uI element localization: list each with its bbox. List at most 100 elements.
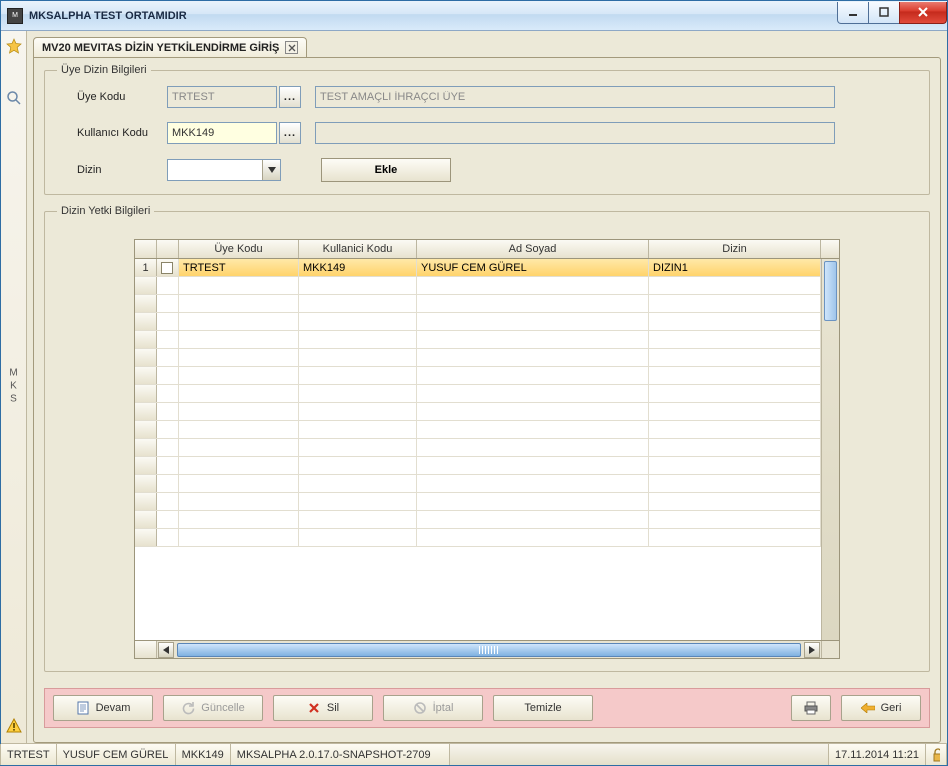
minimize-button[interactable] [837, 2, 869, 24]
iptal-label: İptal [433, 702, 454, 714]
geri-button[interactable]: Geri [841, 695, 921, 721]
cell-adsoyad [417, 475, 649, 492]
sil-button[interactable]: Sil [273, 695, 373, 721]
cell-adsoyad: YUSUF CEM GÜREL [417, 259, 649, 276]
table-row[interactable] [135, 493, 821, 511]
row-checkbox-cell[interactable] [157, 421, 179, 438]
row-number [135, 349, 157, 366]
guncelle-button[interactable]: Güncelle [163, 695, 263, 721]
table-row[interactable] [135, 277, 821, 295]
row-checkbox-cell[interactable] [157, 277, 179, 294]
close-button[interactable] [899, 2, 947, 24]
grid-vscrollbar[interactable] [821, 259, 839, 640]
table-row[interactable] [135, 421, 821, 439]
devam-button[interactable]: Devam [53, 695, 153, 721]
table-row[interactable] [135, 331, 821, 349]
table-row[interactable] [135, 385, 821, 403]
cell-dizin [649, 493, 821, 510]
row-number [135, 511, 157, 528]
grid-vscroll-thumb[interactable] [824, 261, 837, 321]
row-number [135, 421, 157, 438]
grid-hscrollbar[interactable] [157, 641, 821, 658]
row-checkbox-cell[interactable] [157, 313, 179, 330]
table-row[interactable] [135, 439, 821, 457]
grid-header-uye[interactable]: Üye Kodu [179, 240, 299, 258]
row-checkbox-cell[interactable] [157, 331, 179, 348]
checkbox-icon[interactable] [161, 262, 173, 274]
uye-kodu-input[interactable] [167, 86, 277, 108]
kullanici-kodu-input[interactable] [167, 122, 277, 144]
row-checkbox-cell[interactable] [157, 403, 179, 420]
tab-close-icon[interactable] [285, 41, 298, 54]
grid-hscroll-left[interactable] [158, 642, 174, 658]
maximize-button[interactable] [868, 2, 900, 24]
temizle-button[interactable]: Temizle [493, 695, 593, 721]
table-row[interactable] [135, 349, 821, 367]
row-checkbox-cell[interactable] [157, 475, 179, 492]
table-row[interactable] [135, 403, 821, 421]
cell-uye [179, 457, 299, 474]
cell-uye [179, 403, 299, 420]
status-cell-2: YUSUF CEM GÜREL [56, 744, 176, 765]
table-row[interactable] [135, 367, 821, 385]
row-checkbox-cell[interactable] [157, 295, 179, 312]
cell-kullanici [299, 277, 417, 294]
warning-icon[interactable] [5, 717, 23, 735]
table-row[interactable] [135, 313, 821, 331]
row-number [135, 385, 157, 402]
row-checkbox-cell[interactable] [157, 493, 179, 510]
row-checkbox-cell[interactable] [157, 367, 179, 384]
cell-adsoyad [417, 295, 649, 312]
iptal-button[interactable]: İptal [383, 695, 483, 721]
print-button[interactable] [791, 695, 831, 721]
uye-kodu-lookup-button[interactable]: ... [279, 86, 301, 108]
row-checkbox-cell[interactable] [157, 259, 179, 276]
kullanici-kodu-lookup-button[interactable]: ... [279, 122, 301, 144]
table-row[interactable] [135, 295, 821, 313]
cell-uye [179, 475, 299, 492]
cell-kullanici [299, 493, 417, 510]
cell-uye [179, 295, 299, 312]
table-row[interactable] [135, 529, 821, 547]
auth-info-fieldset: Dizin Yetki Bilgileri Üye Kodu Kullanici… [44, 205, 930, 672]
cell-uye [179, 529, 299, 546]
cell-dizin [649, 385, 821, 402]
row-checkbox-cell[interactable] [157, 511, 179, 528]
table-row[interactable] [135, 457, 821, 475]
table-row[interactable] [135, 511, 821, 529]
row-number [135, 493, 157, 510]
table-row[interactable]: 1TRTESTMKK149YUSUF CEM GÜRELDIZIN1 [135, 259, 821, 277]
cell-kullanici [299, 457, 417, 474]
status-cell-3: MKK149 [175, 744, 231, 765]
cell-kullanici [299, 511, 417, 528]
grid-hscroll-right[interactable] [804, 642, 820, 658]
tab-mv20[interactable]: MV20 MEVITAS DİZİN YETKİLENDİRME GİRİŞ [33, 37, 307, 57]
ekle-button[interactable]: Ekle [321, 158, 451, 182]
row-checkbox-cell[interactable] [157, 457, 179, 474]
content-panel: Üye Dizin Bilgileri Üye Kodu ... Kullanı… [33, 57, 941, 743]
cell-adsoyad [417, 331, 649, 348]
search-icon[interactable] [5, 89, 23, 107]
cell-adsoyad [417, 385, 649, 402]
grid-header-adsoyad[interactable]: Ad Soyad [417, 240, 649, 258]
grid-hscroll-thumb[interactable] [177, 643, 801, 657]
cell-dizin [649, 529, 821, 546]
row-checkbox-cell[interactable] [157, 385, 179, 402]
table-row[interactable] [135, 475, 821, 493]
grid-header-dizin[interactable]: Dizin [649, 240, 821, 258]
row-checkbox-cell[interactable] [157, 529, 179, 546]
cell-adsoyad [417, 367, 649, 384]
grid-header-kullanici[interactable]: Kullanici Kodu [299, 240, 417, 258]
grid-header-check[interactable] [157, 240, 179, 258]
row-checkbox-cell[interactable] [157, 439, 179, 456]
row-number [135, 331, 157, 348]
row-checkbox-cell[interactable] [157, 349, 179, 366]
titlebar[interactable]: M MKSALPHA TEST ORTAMIDIR [1, 1, 947, 31]
refresh-icon [181, 701, 195, 715]
app-icon: M [7, 8, 23, 24]
rail-label: MKS [8, 368, 19, 407]
favorite-icon[interactable] [5, 37, 23, 55]
dizin-combo-button[interactable] [262, 160, 280, 180]
grid-header-rownum[interactable] [135, 240, 157, 258]
status-lock-icon[interactable] [925, 744, 947, 765]
